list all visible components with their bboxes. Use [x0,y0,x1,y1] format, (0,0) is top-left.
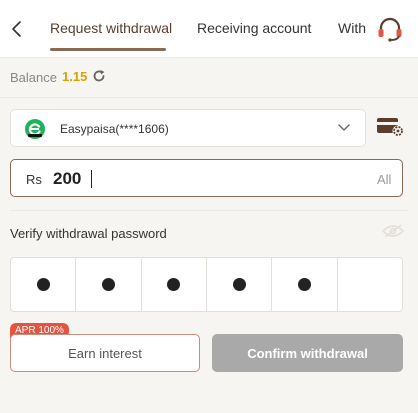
tab-withdrawal-records[interactable]: With [338,20,366,36]
headset-icon[interactable] [376,17,404,43]
tab-request-withdrawal[interactable]: Request withdrawal [50,20,172,36]
pin-cell[interactable] [272,258,338,311]
amount-input[interactable] [53,167,333,191]
receiving-account-select[interactable]: Easypaisa(****1606) [10,109,366,147]
tab-receiving-account[interactable]: Receiving account [197,20,311,36]
pin-dot [232,278,246,291]
pin-cell[interactable] [76,258,142,311]
text-caret [91,170,92,188]
pin-dot [101,278,115,291]
eye-off-icon[interactable] [382,224,404,238]
top-bar: Request withdrawal Receiving account Wit… [0,0,418,58]
back-chevron-icon[interactable] [9,20,25,38]
easypaisa-logo-icon [25,119,45,139]
pin-cell[interactable] [207,258,273,311]
currency-label: Rs [26,172,42,187]
pin-cell[interactable] [142,258,207,311]
pin-cell[interactable] [11,258,77,311]
pin-dot [167,278,181,291]
pin-cell[interactable] [338,258,402,311]
pin-dot [297,278,311,291]
balance-row: Balance 1.15 [0,58,418,98]
account-name: Easypaisa(****1606) [60,122,169,136]
confirm-withdrawal-button[interactable]: Confirm withdrawal [212,334,403,372]
balance-value: 1.15 [62,69,88,84]
amount-field[interactable]: Rs All [10,159,403,197]
balance-label: Balance [10,70,57,85]
password-pin-input[interactable] [10,257,403,312]
active-tab-indicator [50,48,166,51]
refresh-icon[interactable] [92,69,106,83]
pin-dot [36,278,50,291]
password-label: Verify withdrawal password [10,226,167,241]
card-settings-icon[interactable] [376,116,404,138]
chevron-down-icon [338,124,350,131]
earn-interest-button[interactable]: Earn interest [10,334,200,372]
all-amount-button[interactable]: All [377,172,391,187]
divider [10,210,408,211]
